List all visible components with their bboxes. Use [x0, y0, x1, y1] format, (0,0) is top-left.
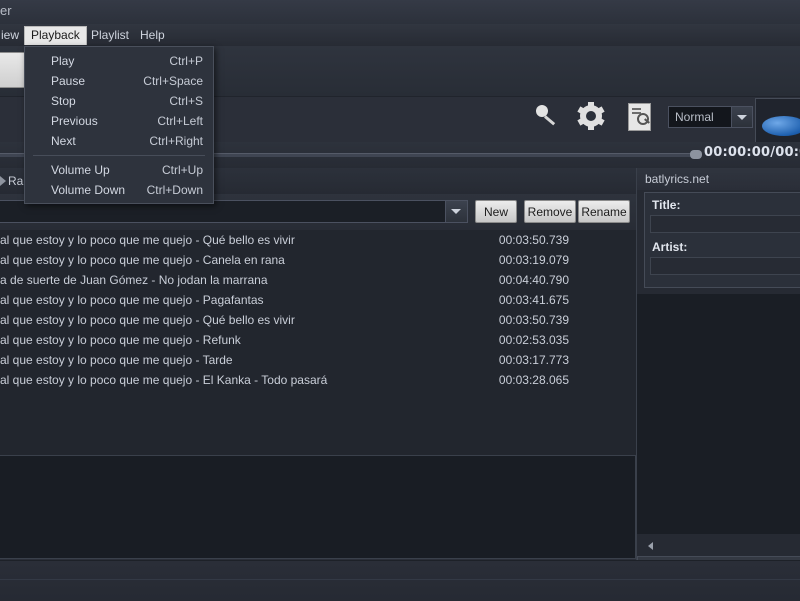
menu-item-shortcut: Ctrl+Right — [149, 131, 203, 151]
playlist-empty-area — [0, 455, 636, 559]
status-bar — [0, 560, 800, 601]
track-title: mal que estoy y lo poco que me quejo - R… — [0, 330, 241, 350]
new-playlist-button[interactable]: New — [475, 200, 517, 223]
table-row[interactable]: día de suerte de Juan Gómez - No jodan l… — [0, 270, 636, 290]
menu-item-shortcut: Ctrl+P — [169, 51, 203, 71]
menu-bar: iew Playback Playlist Help — [0, 24, 800, 47]
search-icon[interactable] — [533, 104, 559, 130]
playback-mode-value: Normal — [675, 110, 714, 124]
lyrics-dock: batlyrics.net Title: Artist: — [636, 168, 800, 560]
track-duration: 00:03:41.675 — [499, 290, 569, 310]
menu-playlist[interactable]: Playlist — [84, 26, 136, 44]
track-duration: 00:04:40.790 — [499, 270, 569, 290]
remove-playlist-button[interactable]: Remove — [524, 200, 576, 223]
rename-playlist-button[interactable]: Rename — [578, 200, 630, 223]
menu-item-shortcut: Ctrl+Left — [157, 111, 203, 131]
play-toolbar-button[interactable] — [0, 52, 26, 88]
track-duration: 00:03:50.739 — [499, 230, 569, 250]
tab-batlyrics[interactable]: batlyrics.net — [637, 168, 800, 190]
menu-item-label: Previous — [51, 114, 98, 128]
track-title: mal que estoy y lo poco que me quejo - T… — [0, 350, 233, 370]
playlist-track-list[interactable]: mal que estoy y lo poco que me quejo - Q… — [0, 230, 636, 456]
track-title: mal que estoy y lo poco que me quejo - Q… — [0, 310, 295, 330]
chevron-left-triangle — [648, 542, 653, 550]
menu-item-label: Pause — [51, 74, 85, 88]
track-duration: 00:03:17.773 — [499, 350, 569, 370]
settings-gear-icon[interactable] — [578, 103, 604, 129]
table-row[interactable]: mal que estoy y lo poco que me quejo - E… — [0, 370, 636, 390]
playlist-combo-caret — [451, 209, 461, 214]
tab-radio-label: Ra — [8, 174, 23, 188]
tab-radio[interactable]: Ra — [0, 172, 23, 190]
menu-help[interactable]: Help — [133, 26, 172, 44]
menu-item-label: Volume Up — [51, 163, 110, 177]
document-search-icon[interactable] — [628, 103, 651, 131]
menu-item-label: Volume Down — [51, 183, 125, 197]
chevron-left-icon[interactable] — [645, 540, 658, 553]
menu-item-previous[interactable]: Previous Ctrl+Left — [25, 111, 213, 131]
lyrics-search-fields: Title: Artist: — [644, 192, 800, 288]
chevron-down-caret — [737, 115, 747, 120]
title-bar: er — [0, 0, 800, 25]
menu-item-shortcut: Ctrl+S — [169, 91, 203, 111]
track-duration: 00:02:53.035 — [499, 330, 569, 350]
title-label: Title: — [645, 197, 800, 214]
menu-item-stop[interactable]: Stop Ctrl+S — [25, 91, 213, 111]
title-input[interactable] — [650, 215, 800, 233]
playlist-combo-chevron-down-icon[interactable] — [445, 201, 467, 222]
track-title: mal que estoy y lo poco que me quejo - E… — [0, 370, 327, 390]
table-row[interactable]: mal que estoy y lo poco que me quejo - Q… — [0, 230, 636, 250]
doc-line-1 — [632, 108, 641, 110]
table-row[interactable]: mal que estoy y lo poco que me quejo - Q… — [0, 310, 636, 330]
table-row[interactable]: mal que estoy y lo poco que me quejo - R… — [0, 330, 636, 350]
menu-item-pause[interactable]: Pause Ctrl+Space — [25, 71, 213, 91]
track-title: mal que estoy y lo poco que me quejo - P… — [0, 290, 264, 310]
search-icon-handle — [544, 115, 555, 125]
time-display: 00:00:00/00:00: — [704, 145, 800, 160]
status-bar-divider — [0, 579, 800, 580]
track-duration: 00:03:19.079 — [499, 250, 569, 270]
menu-item-volume-up[interactable]: Volume Up Ctrl+Up — [25, 160, 213, 180]
menu-item-shortcut: Ctrl+Space — [143, 71, 203, 91]
menu-item-volume-down[interactable]: Volume Down Ctrl+Down — [25, 180, 213, 200]
volume-knob[interactable] — [762, 116, 800, 136]
artist-label: Artist: — [645, 239, 800, 256]
artist-input[interactable] — [650, 257, 800, 275]
table-row[interactable]: mal que estoy y lo poco que me quejo - T… — [0, 350, 636, 370]
menu-item-shortcut: Ctrl+Up — [162, 160, 203, 180]
chevron-down-icon[interactable] — [731, 107, 752, 127]
menu-item-label: Stop — [51, 94, 76, 108]
track-title: mal que estoy y lo poco que me quejo - Q… — [0, 230, 295, 250]
menu-item-next[interactable]: Next Ctrl+Right — [25, 131, 213, 151]
track-title: día de suerte de Juan Gómez - No jodan l… — [0, 270, 268, 290]
menu-item-label: Next — [51, 134, 76, 148]
music-player-window: er iew Playback Playlist Help Normal — [0, 0, 800, 600]
menu-item-play[interactable]: Play Ctrl+P — [25, 51, 213, 71]
seek-slider-handle[interactable] — [690, 150, 702, 159]
menu-view[interactable]: iew — [0, 26, 26, 44]
lyrics-result-area — [637, 294, 800, 534]
menu-item-shortcut: Ctrl+Down — [147, 180, 203, 200]
track-duration: 00:03:28.065 — [499, 370, 569, 390]
track-duration: 00:03:50.739 — [499, 310, 569, 330]
menu-item-label: Play — [51, 54, 74, 68]
gear-hole — [586, 111, 596, 121]
track-title: mal que estoy y lo poco que me quejo - C… — [0, 250, 285, 270]
menu-playback[interactable]: Playback — [24, 26, 87, 45]
playback-dropdown-menu: PlayCtrl+PPauseCtrl+SpaceStopCtrl+SPrevi… — [24, 46, 214, 204]
menu-separator — [33, 155, 205, 156]
playback-mode-combo[interactable]: Normal — [668, 106, 753, 128]
table-row[interactable]: mal que estoy y lo poco que me quejo - P… — [0, 290, 636, 310]
window-title: er — [0, 3, 12, 18]
table-row[interactable]: mal que estoy y lo poco que me quejo - C… — [0, 250, 636, 270]
